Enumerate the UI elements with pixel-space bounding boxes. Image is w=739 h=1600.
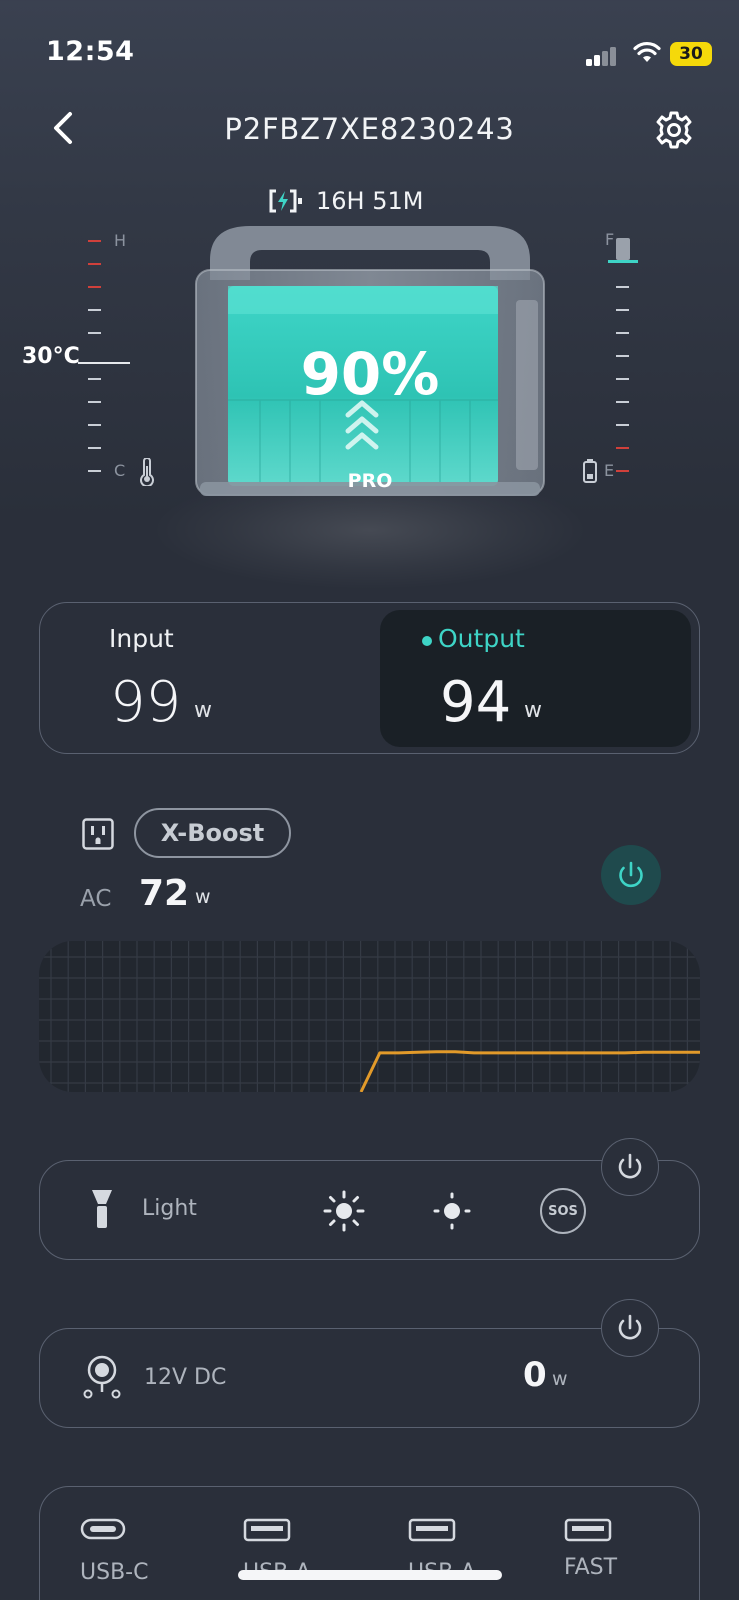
settings-gear-icon[interactable] <box>652 108 696 152</box>
usb-port-label: FAST <box>564 1555 618 1580</box>
gauge-empty-label: E <box>604 461 615 480</box>
power-icon <box>619 861 643 888</box>
thermometer-icon <box>140 458 154 486</box>
light-sos-button[interactable]: SOS <box>540 1188 586 1234</box>
light-card <box>39 1160 700 1260</box>
light-high-button[interactable] <box>322 1189 366 1233</box>
light-label: Light <box>142 1196 197 1221</box>
wifi-icon <box>633 41 661 62</box>
output-unit: w <box>524 698 542 723</box>
temp-high-label: H <box>114 231 127 250</box>
chart-grid <box>39 941 700 1092</box>
dc-card <box>39 1328 700 1428</box>
home-indicator <box>238 1570 502 1580</box>
charge-time-text: 16H 51M <box>316 187 424 215</box>
dc-label: 12V DC <box>144 1365 227 1390</box>
battery-low-icon <box>583 459 597 483</box>
output-label[interactable]: Output <box>438 624 525 653</box>
temperature-value: 30°C <box>22 344 80 369</box>
ac-label: AC <box>80 886 112 912</box>
light-power-button[interactable] <box>601 1138 659 1196</box>
dc-value: 0 <box>523 1355 547 1395</box>
usb-c-icon <box>80 1518 126 1540</box>
input-value: 99 <box>110 670 182 735</box>
ac-power-button[interactable] <box>601 845 661 905</box>
ac-unit: w <box>195 886 211 908</box>
output-active-dot <box>422 636 432 646</box>
flashlight-icon <box>92 1190 112 1228</box>
usb-a-icon <box>243 1518 291 1542</box>
output-value: 94 <box>440 670 512 735</box>
power-icon <box>618 1314 642 1340</box>
light-low-button[interactable] <box>430 1189 474 1233</box>
xboost-button[interactable]: X-Boost <box>134 808 291 858</box>
battery-percent: 90% <box>300 340 440 408</box>
level-marker <box>616 238 630 260</box>
model-badge: PRO <box>347 470 393 492</box>
usb-port-label: USB-C <box>80 1560 149 1585</box>
chart-svg <box>39 941 700 1092</box>
ac-outlet-icon <box>82 818 114 850</box>
charging-battery-icon <box>269 189 302 213</box>
level-indicator <box>608 260 638 263</box>
usb-a-icon <box>408 1518 456 1542</box>
page-title: P2FBZ7XE8230243 <box>224 112 515 146</box>
battery-level-badge: 30 <box>670 42 712 66</box>
power-icon <box>618 1153 642 1179</box>
cellular-signal-icon <box>586 44 618 66</box>
charge-time: 16H 51M <box>268 187 423 215</box>
output-tab[interactable] <box>380 610 691 747</box>
status-time: 12:54 <box>46 36 135 67</box>
usb-a-fast-icon <box>564 1518 612 1542</box>
car-socket-icon <box>83 1355 121 1399</box>
input-label[interactable]: Input <box>109 624 174 653</box>
temperature-marker <box>78 362 130 364</box>
dc-unit: w <box>552 1368 568 1390</box>
ac-value: 72 <box>139 873 190 914</box>
dc-power-button[interactable] <box>601 1299 659 1357</box>
input-unit: w <box>194 698 212 723</box>
gauge-full-label: F <box>605 230 615 249</box>
battery-level-gauge: F E <box>560 230 660 492</box>
temp-low-label: C <box>114 461 126 480</box>
ac-power-chart <box>39 941 700 1092</box>
